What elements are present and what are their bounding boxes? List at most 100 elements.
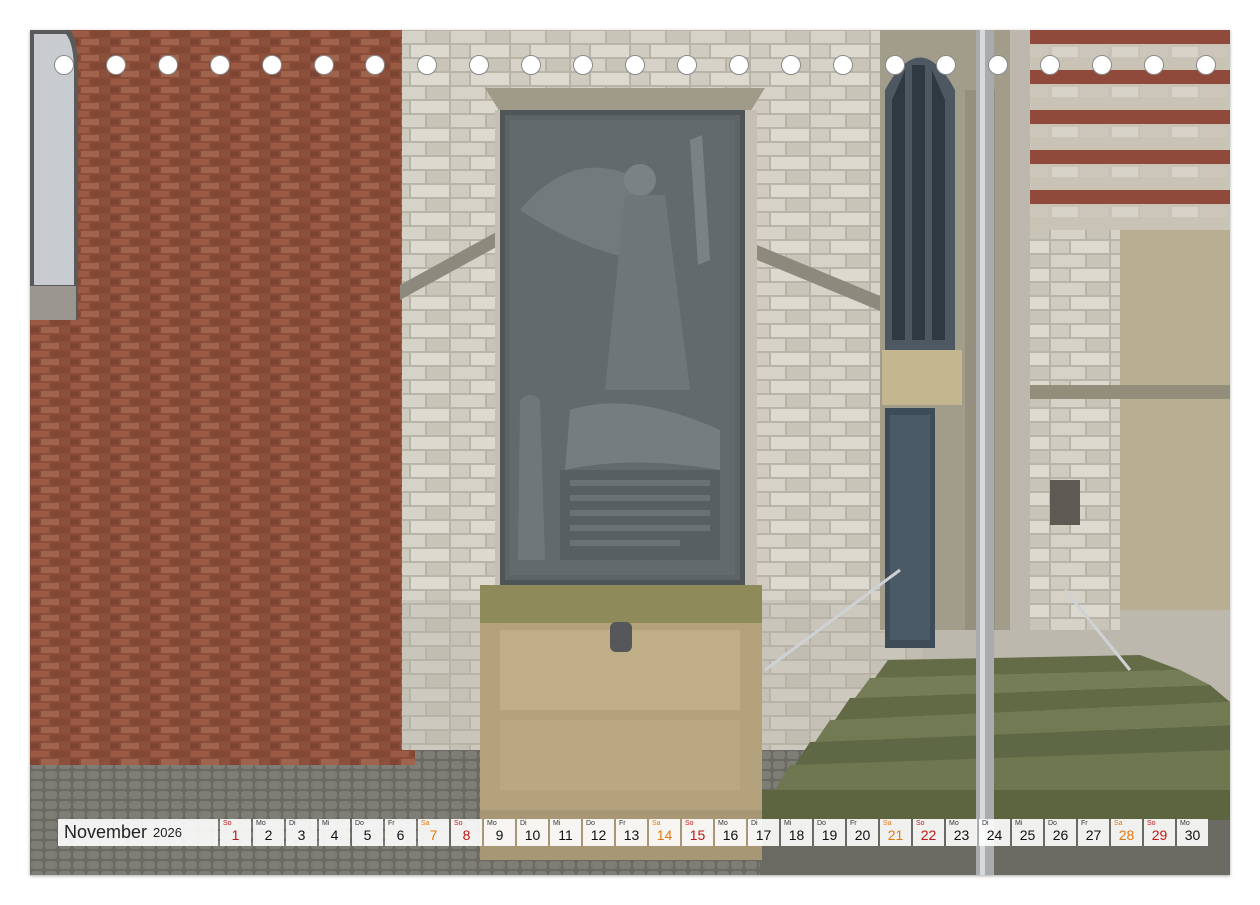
weekday-label: Sa — [883, 820, 892, 827]
weekday-label: Mi — [553, 820, 561, 827]
binding-hole — [1040, 55, 1061, 75]
day-number: 9 — [495, 827, 504, 843]
day-cell: Do 19 — [814, 819, 845, 846]
day-cell: Mo 30 — [1177, 819, 1208, 846]
day-cell: So 15 — [682, 819, 713, 846]
weekday-label: Sa — [421, 820, 430, 827]
weekday-label: Mo — [487, 820, 497, 827]
weekday-label: Sa — [1114, 820, 1123, 827]
day-cell: Sa 21 — [880, 819, 911, 846]
weekday-label: Fr — [1081, 820, 1088, 827]
month-year: 2026 — [153, 825, 182, 840]
calendar-strip: November 2026 So 1 Mo 2 Di 3 Mi 4 Do 5 Fr 6 Sa 7 So 8 Mo… — [58, 818, 1210, 847]
day-number: 8 — [462, 827, 471, 843]
weekday-label: So — [454, 820, 463, 827]
day-number: 10 — [524, 827, 541, 843]
weekday-label: Di — [982, 820, 989, 827]
day-number: 21 — [887, 827, 904, 843]
weekday-label: Mo — [718, 820, 728, 827]
weekday-label: Fr — [850, 820, 857, 827]
day-cell: Fr 6 — [385, 819, 416, 846]
day-number: 4 — [330, 827, 339, 843]
day-number: 1 — [231, 827, 240, 843]
binding-hole — [54, 55, 74, 75]
day-cell: Sa 7 — [418, 819, 449, 846]
day-number: 27 — [1085, 827, 1102, 843]
day-cell: So 29 — [1144, 819, 1175, 846]
weekday-label: Do — [355, 820, 364, 827]
weekday-label: Mi — [322, 820, 330, 827]
day-number: 5 — [363, 827, 372, 843]
day-cell: Fr 13 — [616, 819, 647, 846]
weekday-label: Mi — [784, 820, 792, 827]
day-number: 7 — [429, 827, 438, 843]
binding-hole — [936, 55, 957, 75]
binding-hole — [417, 55, 438, 75]
weekday-label: Mo — [256, 820, 266, 827]
binding-hole — [988, 55, 1009, 75]
day-number: 18 — [788, 827, 805, 843]
binding-holes — [0, 55, 1260, 79]
day-cell: Sa 14 — [649, 819, 680, 846]
binding-hole — [521, 55, 542, 75]
day-cell: Di 17 — [748, 819, 779, 846]
day-number: 14 — [656, 827, 673, 843]
day-cell: Sa 28 — [1111, 819, 1142, 846]
weekday-label: Mo — [949, 820, 959, 827]
day-cell: Mi 18 — [781, 819, 812, 846]
binding-hole — [1092, 55, 1113, 75]
day-cell: Mi 4 — [319, 819, 350, 846]
binding-hole — [1196, 55, 1216, 75]
day-cell: Do 5 — [352, 819, 383, 846]
weekday-label: So — [223, 820, 232, 827]
day-cell: Mo 23 — [946, 819, 977, 846]
binding-hole — [625, 55, 645, 75]
weekday-label: Do — [586, 820, 595, 827]
binding-hole — [780, 55, 801, 75]
day-number: 13 — [623, 827, 640, 843]
day-cell: So 8 — [451, 819, 482, 846]
day-cells: So 1 Mo 2 Di 3 Mi 4 Do 5 Fr 6 Sa 7 So 8 Mo 9 Di 10 Mi 11 Do 12 F… — [220, 819, 1210, 846]
day-cell: So 22 — [913, 819, 944, 846]
binding-hole — [261, 55, 282, 75]
binding-hole — [209, 55, 230, 75]
binding-hole — [157, 55, 178, 75]
day-number: 20 — [854, 827, 871, 843]
day-number: 25 — [1019, 827, 1036, 843]
weekday-label: Di — [520, 820, 527, 827]
day-number: 16 — [722, 827, 739, 843]
binding-hole — [573, 55, 594, 75]
binding-hole — [676, 55, 697, 75]
weekday-label: Do — [1048, 820, 1057, 827]
weekday-label: Mo — [1180, 820, 1190, 827]
day-number: 3 — [297, 827, 306, 843]
day-cell: Fr 20 — [847, 819, 878, 846]
binding-hole — [365, 55, 386, 75]
day-number: 23 — [953, 827, 970, 843]
month-name: November — [64, 822, 148, 842]
weekday-label: Di — [751, 820, 758, 827]
day-number: 19 — [821, 827, 838, 843]
binding-hole — [105, 55, 126, 75]
weekday-label: Do — [817, 820, 826, 827]
day-number: 15 — [689, 827, 706, 843]
day-number: 26 — [1052, 827, 1069, 843]
day-number: 2 — [264, 827, 273, 843]
binding-hole — [832, 55, 853, 75]
day-number: 29 — [1151, 827, 1168, 843]
day-number: 22 — [920, 827, 937, 843]
day-cell: Do 12 — [583, 819, 614, 846]
weekday-label: Mi — [1015, 820, 1023, 827]
day-cell: Mi 25 — [1012, 819, 1043, 846]
day-number: 12 — [590, 827, 607, 843]
calendar-photo — [30, 30, 1230, 875]
day-cell: Mi 11 — [550, 819, 581, 846]
binding-hole — [728, 55, 749, 75]
binding-hole — [1144, 55, 1165, 75]
weekday-label: Sa — [652, 820, 661, 827]
day-number: 30 — [1184, 827, 1201, 843]
weekday-label: Fr — [619, 820, 626, 827]
binding-hole — [469, 55, 490, 75]
day-number: 17 — [755, 827, 772, 843]
day-cell: Do 26 — [1045, 819, 1076, 846]
